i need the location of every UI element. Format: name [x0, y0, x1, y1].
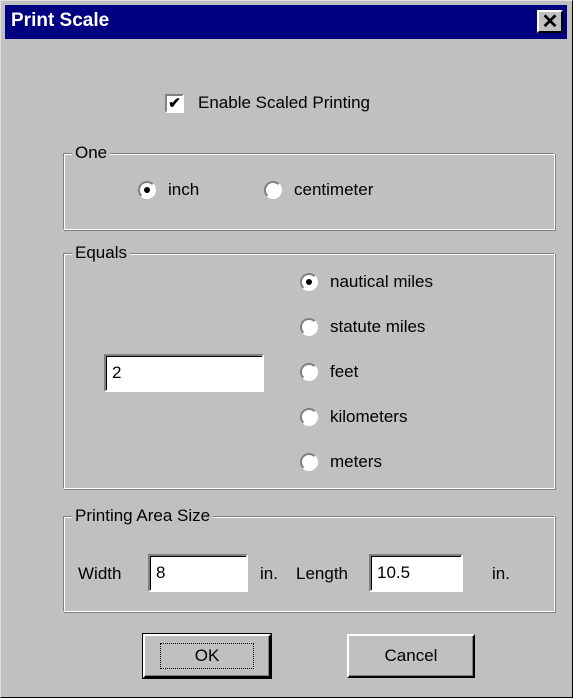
radio-feet[interactable]: feet	[300, 362, 358, 382]
cancel-button[interactable]: Cancel	[347, 634, 475, 678]
radio-statute-miles-label: statute miles	[330, 317, 426, 336]
close-icon: ✕	[541, 10, 559, 33]
radio-button-icon[interactable]	[138, 181, 156, 199]
equals-group-label: Equals	[72, 242, 130, 264]
cancel-button-label: Cancel	[384, 646, 438, 665]
printing-area-group-label: Printing Area Size	[72, 505, 214, 527]
checkbox-check-icon[interactable]: ✔	[165, 93, 184, 113]
radio-button-icon[interactable]	[300, 408, 318, 426]
radio-button-icon[interactable]	[300, 318, 318, 336]
equals-value-input[interactable]: 2	[104, 354, 264, 392]
close-button[interactable]: ✕	[537, 10, 563, 33]
radio-centimeter-label: centimeter	[294, 180, 374, 199]
radio-meters[interactable]: meters	[300, 452, 382, 472]
radio-button-icon[interactable]	[264, 181, 282, 199]
radio-centimeter[interactable]: centimeter	[264, 180, 373, 200]
ok-button-label: OK	[159, 643, 255, 669]
length-input[interactable]: 10.5	[369, 554, 463, 592]
radio-meters-label: meters	[330, 452, 382, 471]
enable-scaled-printing-label: Enable Scaled Printing	[198, 93, 371, 112]
one-group: One inch centimeter	[63, 142, 555, 230]
equals-group: Equals 2 nautical miles statute miles fe…	[63, 242, 555, 489]
radio-statute-miles[interactable]: statute miles	[300, 317, 425, 337]
radio-button-icon[interactable]	[300, 453, 318, 471]
radio-button-icon[interactable]	[300, 273, 318, 291]
enable-scaled-printing-checkbox[interactable]: ✔ Enable Scaled Printing	[165, 91, 370, 115]
ok-button[interactable]: OK	[142, 633, 272, 679]
width-label: Width	[78, 564, 122, 583]
length-unit-label: in.	[492, 564, 510, 583]
window-title: Print Scale	[11, 10, 110, 31]
radio-kilometers-label: kilometers	[330, 407, 408, 426]
length-label: Length	[296, 564, 348, 583]
radio-button-icon[interactable]	[300, 363, 318, 381]
radio-inch-label: inch	[168, 180, 200, 199]
width-input[interactable]: 8	[148, 554, 248, 592]
one-group-label: One	[72, 142, 111, 164]
radio-kilometers[interactable]: kilometers	[300, 407, 407, 427]
title-bar[interactable]: Print Scale ✕	[5, 5, 567, 39]
printing-area-group: Printing Area Size Width 8 in. Length 10…	[63, 505, 555, 612]
radio-inch[interactable]: inch	[138, 180, 199, 200]
radio-nautical-miles[interactable]: nautical miles	[300, 272, 433, 292]
radio-nautical-miles-label: nautical miles	[330, 272, 433, 291]
width-unit-label: in.	[260, 564, 278, 583]
radio-feet-label: feet	[330, 362, 359, 381]
print-scale-dialog: Print Scale ✕ ✔ Enable Scaled Printing O…	[0, 0, 573, 698]
